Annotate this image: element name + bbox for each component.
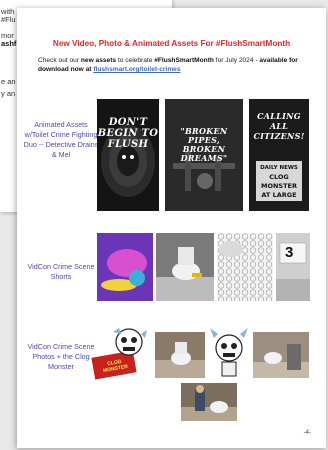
photo-graphic bbox=[253, 332, 309, 378]
clog-monster-character[interactable] bbox=[208, 326, 250, 382]
crime-scene-photo-1[interactable] bbox=[155, 332, 205, 378]
tile-floor-graphic bbox=[217, 233, 273, 301]
intro-paragraph: Check out our new assets to celebrate #F… bbox=[38, 56, 314, 74]
animated-poster-broken-pipes[interactable]: "BROKEN PIPES, BROKEN DREAMS" bbox=[165, 99, 243, 211]
newspaper-masthead: DAILY NEWS bbox=[260, 165, 298, 171]
photo-graphic bbox=[155, 332, 205, 378]
poster-title: CALLING ALL CITIZENS! bbox=[253, 111, 305, 141]
vidcon-short-toilet[interactable] bbox=[156, 233, 214, 301]
intro-emphasis: new assets bbox=[80, 57, 117, 64]
purple-scene-graphic bbox=[97, 233, 153, 301]
row-label-animated-assets: Animated Assets w/Toilet Crime Fighting … bbox=[23, 120, 99, 159]
page-number: -4- bbox=[303, 430, 311, 436]
vidcon-short-tiles[interactable] bbox=[217, 233, 273, 301]
newspaper-headline: CLOG MONSTER bbox=[261, 173, 297, 190]
poster-title: "BROKEN PIPES, BROKEN DREAMS" bbox=[180, 126, 228, 163]
newspaper-headline: AT LARGE bbox=[261, 191, 297, 199]
photo-graphic bbox=[181, 383, 237, 421]
intro-text: to celebrate bbox=[116, 57, 155, 64]
document-page: New Video, Photo & Animated Assets For #… bbox=[17, 8, 326, 448]
animated-poster-citizens[interactable]: CALLING ALL CITIZENS! DAILY NEWS CLOG MO… bbox=[249, 99, 309, 211]
row-label-crime-scene-photos: VidCon Crime Scene Photos + the Clog Mon… bbox=[27, 342, 95, 371]
download-link[interactable]: flushsmart.org/toilet-crimes bbox=[93, 66, 180, 73]
crime-scene-photo-3[interactable] bbox=[181, 383, 237, 421]
clog-monster-sign[interactable]: CLOG MONSTER bbox=[91, 324, 151, 382]
previous-page-text: ashf bbox=[1, 39, 17, 48]
newspaper-graphic: DAILY NEWS CLOG MONSTER AT LARGE bbox=[256, 161, 302, 201]
intro-text: Check out our bbox=[38, 57, 81, 64]
crime-scene-photo-2[interactable] bbox=[253, 332, 309, 378]
page-title: New Video, Photo & Animated Assets For #… bbox=[52, 39, 291, 48]
vidcon-short-purple[interactable] bbox=[97, 233, 153, 301]
vidcon-short-evidence[interactable]: 3 bbox=[276, 233, 310, 301]
animated-poster-flush[interactable]: DON'T BEGIN TO FLUSH bbox=[97, 99, 159, 211]
clog-monster-illustration bbox=[210, 328, 248, 377]
previous-page-text: y an bbox=[1, 89, 16, 98]
previous-page-text: #Flu bbox=[1, 15, 16, 24]
tunnel-graphic bbox=[101, 125, 155, 197]
intro-hashtag: #FlushSmartMonth bbox=[154, 57, 214, 64]
row-label-crime-scene-shorts: VidCon Crime Scene Shorts bbox=[27, 262, 95, 281]
toilet-scene-graphic bbox=[156, 233, 214, 301]
poster-title: DON'T BEGIN TO FLUSH bbox=[97, 117, 159, 150]
evidence-marker-number: 3 bbox=[285, 244, 294, 261]
intro-text: for July 2024 - bbox=[213, 57, 260, 64]
previous-page-text: e an bbox=[1, 77, 16, 86]
